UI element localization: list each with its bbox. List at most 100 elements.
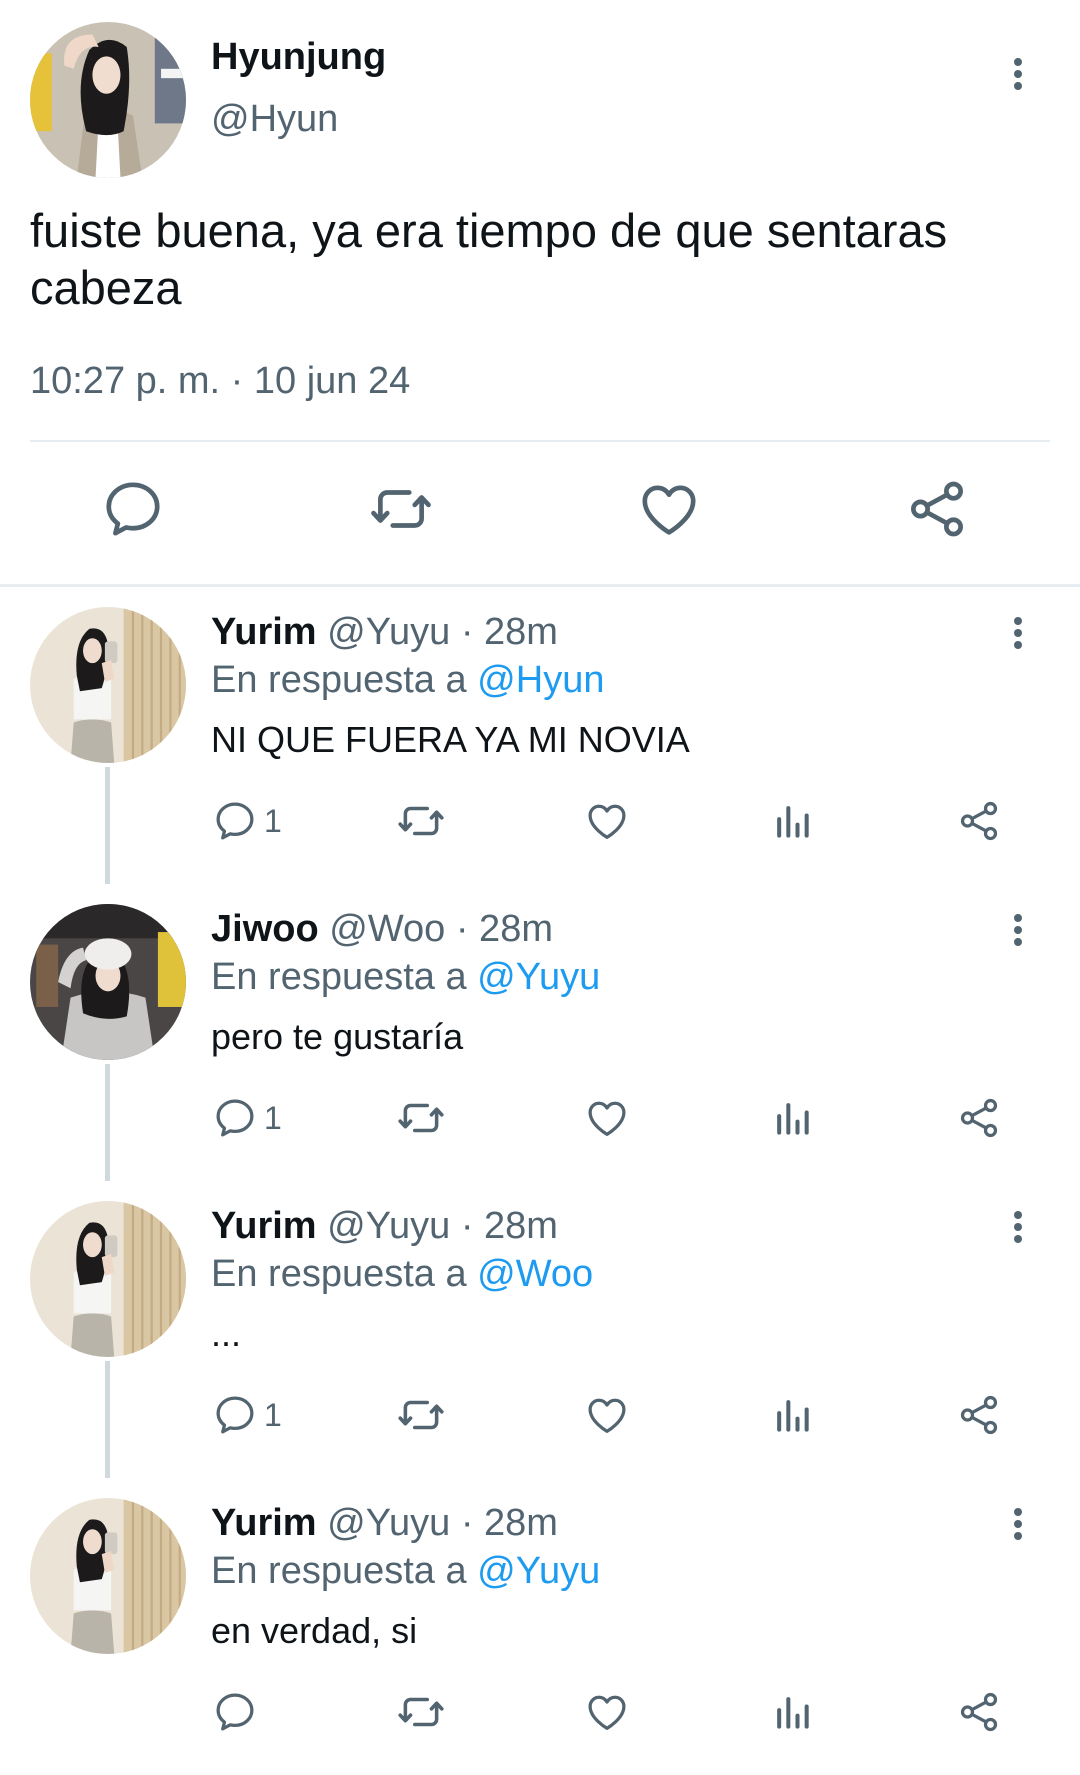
avatar-image — [30, 22, 186, 178]
tweet-actions: 1 — [0, 1389, 1080, 1449]
retweet-button[interactable] — [396, 795, 446, 847]
reply-text: ... — [211, 1313, 242, 1354]
tweet-timestamp[interactable]: 10:27 p. m. · 10 jun 24 — [30, 360, 410, 403]
retweet-button[interactable] — [396, 1389, 446, 1441]
reply-icon — [212, 798, 258, 844]
like-button[interactable] — [584, 795, 630, 847]
share-button[interactable] — [956, 1686, 1002, 1738]
like-button[interactable] — [584, 1686, 630, 1738]
like-icon — [584, 798, 630, 844]
display-name[interactable]: Jiwoo — [211, 908, 319, 950]
share-button[interactable] — [956, 795, 1002, 847]
retweet-icon — [396, 1390, 446, 1440]
reply-button[interactable]: 1 — [212, 1389, 282, 1441]
mention-link[interactable]: @Hyun — [477, 659, 604, 701]
tweet-text: fuiste buena, ya era tiempo de que senta… — [30, 204, 948, 314]
retweet-icon — [396, 1093, 446, 1143]
reply-header: Yurim @Yuyu · 28m — [211, 611, 558, 654]
share-button[interactable] — [956, 1389, 1002, 1441]
mention-link[interactable]: @Woo — [477, 1253, 593, 1295]
views-icon — [770, 799, 814, 843]
reply-icon — [212, 1689, 258, 1735]
reply-tweet[interactable]: Jiwoo @Woo · 28m En respuesta a @Yuyu pe… — [0, 884, 1080, 1181]
reply-text: en verdad, si — [211, 1610, 418, 1651]
views-button[interactable] — [770, 1389, 814, 1441]
replying-prefix: En respuesta a — [211, 1550, 467, 1592]
tweet-actions: 1 — [0, 1092, 1080, 1152]
reply-text: NI QUE FUERA YA MI NOVIA — [211, 719, 690, 760]
reply-tweet[interactable]: Yurim @Yuyu · 28m En respuesta a @Woo ..… — [0, 1181, 1080, 1478]
share-icon — [956, 1392, 1002, 1438]
like-icon — [636, 476, 702, 542]
avatar-image — [30, 1201, 186, 1357]
display-name[interactable]: Hyunjung — [211, 36, 386, 79]
display-name[interactable]: Yurim — [211, 1205, 317, 1247]
user-handle: @Yuyu — [327, 611, 451, 653]
reply-count: 1 — [264, 802, 282, 839]
reply-text: pero te gustaría — [211, 1016, 464, 1057]
user-handle: @Yuyu — [327, 1205, 451, 1247]
avatar-image — [30, 607, 186, 763]
tweet-actions — [0, 1686, 1080, 1746]
reply-time: · 28m — [455, 908, 553, 950]
avatar[interactable] — [30, 22, 186, 178]
avatar[interactable] — [30, 904, 186, 1060]
share-button[interactable] — [956, 1092, 1002, 1144]
retweet-button[interactable] — [396, 1092, 446, 1144]
avatar[interactable] — [30, 1201, 186, 1357]
views-button[interactable] — [770, 1092, 814, 1144]
like-button[interactable] — [636, 476, 706, 546]
mention-link[interactable]: @Yuyu — [477, 1550, 600, 1592]
replying-prefix: En respuesta a — [211, 956, 467, 998]
display-name[interactable]: Yurim — [211, 611, 317, 653]
reply-time: · 28m — [460, 1502, 558, 1544]
user-handle: @Yuyu — [327, 1502, 451, 1544]
reply-header: Yurim @Yuyu · 28m — [211, 1205, 558, 1248]
views-button[interactable] — [770, 1686, 814, 1738]
reply-tweet[interactable]: Yurim @Yuyu · 28m En respuesta a @Yuyu e… — [0, 1478, 1080, 1775]
reply-tweet[interactable]: Yurim @Yuyu · 28m En respuesta a @Hyun N… — [0, 587, 1080, 884]
share-icon — [956, 1689, 1002, 1735]
more-options-icon[interactable] — [1000, 1203, 1036, 1253]
divider — [30, 440, 1050, 442]
like-button[interactable] — [584, 1389, 630, 1441]
more-options-icon[interactable] — [1000, 1500, 1036, 1550]
share-icon — [904, 476, 970, 542]
reply-icon — [212, 1095, 258, 1141]
tweet-actions: 1 — [0, 795, 1080, 855]
user-handle: @Woo — [329, 908, 446, 950]
retweet-icon — [396, 796, 446, 846]
more-options-icon[interactable] — [1000, 50, 1036, 100]
views-icon — [770, 1690, 814, 1734]
tweet-actions — [0, 476, 1080, 556]
reply-count: 1 — [264, 1099, 282, 1136]
more-options-icon[interactable] — [1000, 609, 1036, 659]
retweet-button[interactable] — [368, 476, 438, 546]
reply-time: · 28m — [460, 1205, 558, 1247]
display-name[interactable]: Yurim — [211, 1502, 317, 1544]
reply-header: Yurim @Yuyu · 28m — [211, 1502, 558, 1545]
replying-to: En respuesta a @Hyun — [211, 659, 604, 702]
views-button[interactable] — [770, 795, 814, 847]
reply-header: Jiwoo @Woo · 28m — [211, 908, 553, 951]
retweet-button[interactable] — [396, 1686, 446, 1738]
share-icon — [956, 1095, 1002, 1141]
reply-button[interactable]: 1 — [212, 1092, 282, 1144]
like-icon — [584, 1095, 630, 1141]
avatar[interactable] — [30, 1498, 186, 1654]
reply-button[interactable] — [100, 476, 170, 546]
reply-button[interactable]: 1 — [212, 795, 282, 847]
share-button[interactable] — [904, 476, 974, 546]
reply-icon — [212, 1392, 258, 1438]
retweet-icon — [368, 476, 434, 542]
reply-button[interactable] — [212, 1686, 264, 1738]
avatar[interactable] — [30, 607, 186, 763]
more-options-icon[interactable] — [1000, 906, 1036, 956]
views-icon — [770, 1096, 814, 1140]
reply-icon — [100, 476, 166, 542]
replying-prefix: En respuesta a — [211, 1253, 467, 1295]
mention-link[interactable]: @Yuyu — [477, 956, 600, 998]
user-handle: @Hyun — [211, 98, 339, 140]
replying-prefix: En respuesta a — [211, 659, 467, 701]
like-button[interactable] — [584, 1092, 630, 1144]
